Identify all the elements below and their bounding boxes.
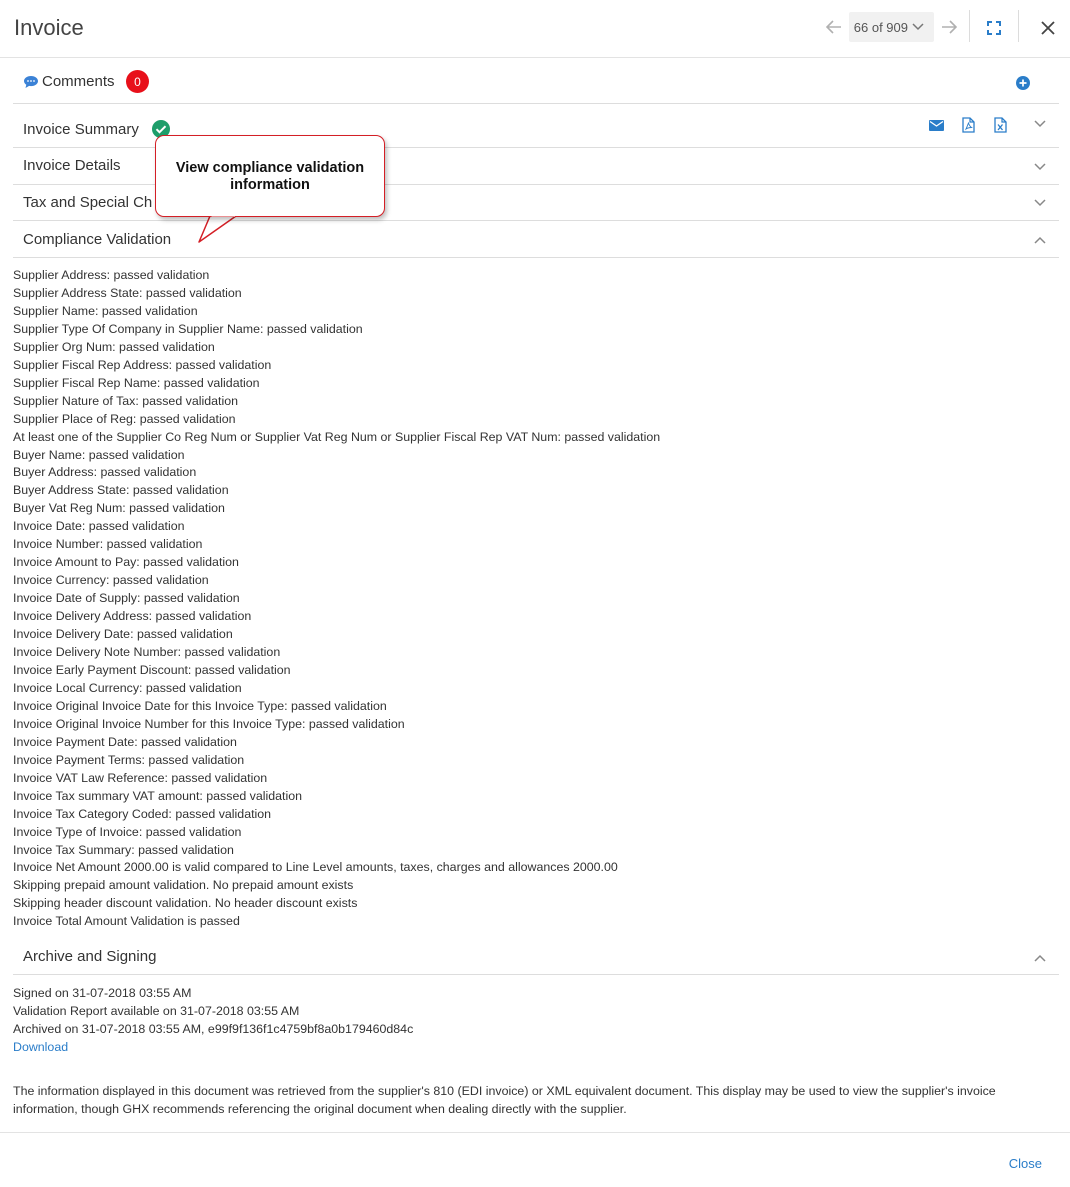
callout-line-2: information [230,177,310,193]
arrow-right-icon [942,20,957,34]
validation-results-list: Supplier Address: passed validation Suppl… [13,267,1053,931]
signed-date: Signed on 31-07-2018 03:55 AM [13,986,192,1000]
validation-item: Supplier Fiscal Rep Name: passed validat… [13,375,260,390]
validation-item: Supplier Address: passed validation [13,268,210,282]
fullscreen-icon [987,21,1001,35]
validation-item: Invoice Original Invoice Number for this… [13,716,405,731]
archived-info: Archived on 31-07-2018 03:55 AM, e99f9f1… [13,1022,414,1036]
validation-item: Supplier Org Num: passed validation [13,339,215,354]
validation-item: At least one of the Supplier Co Reg Num … [13,429,661,444]
archive-signing-section[interactable]: Archive and Signing [13,938,1059,975]
validation-item: Buyer Name: passed validation [13,447,185,462]
email-button[interactable] [927,116,945,134]
validation-item: Invoice Tax summary VAT amount: passed v… [13,788,303,803]
source-disclaimer: The information displayed in this docume… [13,1084,996,1116]
invoice-summary-label: Invoice Summary [23,121,139,138]
compliance-validation-toggle[interactable] [1031,231,1049,249]
divider [1018,10,1019,42]
validation-item: Invoice Date of Supply: passed validatio… [13,591,240,606]
validation-item: Invoice VAT Law Reference: passed valida… [13,770,268,785]
validation-item: Supplier Place of Reg: passed validation [13,411,236,426]
download-link[interactable]: Download [13,1038,1053,1056]
validation-item: Invoice Payment Date: passed validation [13,734,237,749]
pdf-file-icon [961,117,975,133]
close-link[interactable]: Close [1009,1156,1042,1171]
tax-special-charges-toggle[interactable] [1031,194,1049,212]
compliance-validation-section[interactable]: Compliance Validation [13,221,1059,258]
invoice-details-toggle[interactable] [1031,158,1049,176]
chevron-up-icon [1034,954,1046,962]
footer-divider [0,1132,1070,1133]
chevron-up-icon [1034,236,1046,244]
chevron-down-icon [1034,120,1046,128]
validation-item: Invoice Delivery Note Number: passed val… [13,645,281,660]
prev-record-button[interactable] [823,12,845,42]
speech-bubble-icon [24,76,38,88]
callout-text: View compliance validation information [156,160,384,194]
tax-special-charges-label: Tax and Special Ch [23,194,153,211]
archive-signing-label: Archive and Signing [23,948,157,965]
modal-header: Invoice 66 of 909 [0,0,1070,58]
excel-file-icon [993,117,1007,133]
validation-item: Invoice Type of Invoice: passed validati… [13,824,242,839]
validation-item: Buyer Vat Reg Num: passed validation [13,501,225,516]
validation-item: Skipping header discount validation. No … [13,896,358,911]
comments-section: Comments [13,58,1059,104]
page-title: Invoice [14,15,84,40]
close-button[interactable] [1036,14,1060,42]
validation-item: Invoice Delivery Address: passed validat… [13,609,252,624]
invoice-summary-toggle[interactable] [1031,115,1049,133]
validation-item: Buyer Address: passed validation [13,465,197,480]
validation-item: Invoice Early Payment Discount: passed v… [13,662,291,677]
chevron-down-icon [1034,199,1046,207]
close-icon [1041,21,1055,35]
chevron-down-icon [1034,163,1046,171]
chevron-down-icon [912,23,924,31]
compliance-validation-label: Compliance Validation [23,231,172,248]
validation-item: Supplier Fiscal Rep Address: passed vali… [13,357,272,372]
envelope-icon [928,119,944,131]
validation-item: Invoice Total Amount Validation is passe… [13,914,240,929]
archive-signing-toggle[interactable] [1031,949,1049,967]
callout-tooltip: View compliance validation information [155,135,385,217]
validation-item: Invoice Currency: passed validation [13,573,209,588]
excel-export-button[interactable] [991,116,1009,134]
next-record-button[interactable] [938,12,960,42]
invoice-details-label: Invoice Details [23,157,121,174]
validation-item: Skipping prepaid amount validation. No p… [13,878,354,893]
validation-item: Invoice Amount to Pay: passed validation [13,555,239,570]
validation-item: Buyer Address State: passed validation [13,483,229,498]
validation-item: Invoice Tax Category Coded: passed valid… [13,806,272,821]
fullscreen-button[interactable] [982,14,1006,42]
comments-count-badge: 0 [126,70,149,93]
validation-report-date: Validation Report available on 31-07-201… [13,1004,300,1018]
validation-item: Invoice Number: passed validation [13,537,203,552]
validation-item: Invoice Date: passed validation [13,519,185,534]
validation-item: Invoice Delivery Date: passed validation [13,627,233,642]
archive-details: Signed on 31-07-2018 03:55 AM Validation… [13,984,1053,1056]
record-pager: 66 of 909 [823,12,960,42]
callout-line-1: View compliance validation [175,160,365,176]
comments-label: Comments [42,73,115,90]
validation-item: Invoice Local Currency: passed validatio… [13,680,242,695]
validation-item: Supplier Name: passed validation [13,303,198,318]
divider [969,10,970,42]
validation-item: Invoice Original Invoice Date for this I… [13,698,387,713]
validation-item: Invoice Net Amount 2000.00 is valid comp… [13,860,618,875]
pager-label: 66 of 909 [853,19,908,35]
validation-item: Supplier Type Of Company in Supplier Nam… [13,321,363,336]
arrow-left-icon [825,20,841,34]
validation-item: Supplier Nature of Tax: passed validatio… [13,393,239,408]
validation-item: Invoice Payment Terms: passed validation [13,752,245,767]
pdf-export-button[interactable] [959,116,977,134]
validation-item: Invoice Tax Summary: passed validation [13,842,234,857]
plus-circle-icon[interactable] [1016,76,1030,90]
record-selector[interactable]: 66 of 909 [848,12,934,42]
validation-item: Supplier Address State: passed validatio… [13,285,242,300]
